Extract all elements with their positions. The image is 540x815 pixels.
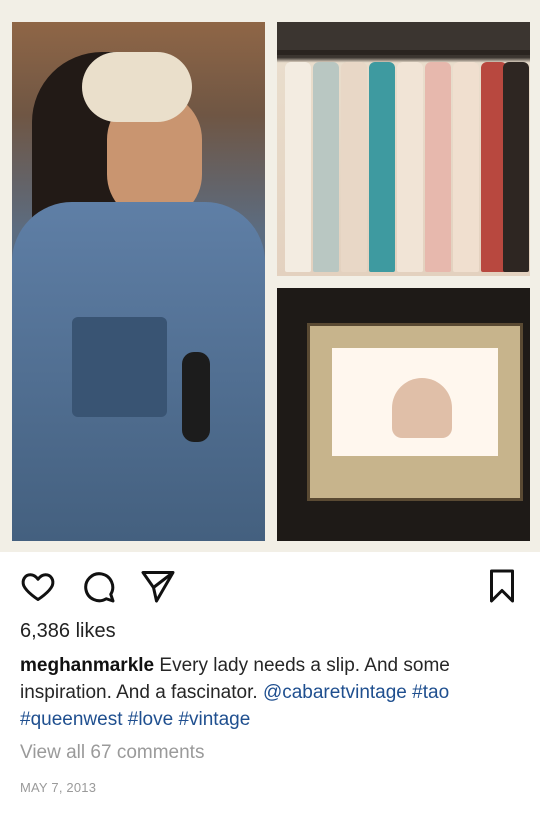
- garment: [285, 62, 311, 272]
- garment: [425, 62, 451, 272]
- fascinator-shape: [82, 52, 192, 122]
- heart-icon[interactable]: [20, 568, 56, 604]
- framed-picture-photo[interactable]: [277, 288, 530, 541]
- sunglasses-shape: [182, 352, 210, 442]
- caption-username[interactable]: meghanmarkle: [20, 655, 154, 676]
- garment: [453, 62, 479, 272]
- hanger-bar: [277, 50, 530, 55]
- post-caption: meghanmarkle Every lady needs a slip. An…: [20, 652, 525, 733]
- bookmark-icon[interactable]: [484, 568, 520, 604]
- post-actions-bar: [0, 560, 540, 614]
- hashtag[interactable]: #tao: [412, 682, 449, 703]
- send-icon[interactable]: [140, 568, 176, 604]
- caption-mention[interactable]: @cabaretvintage: [263, 682, 407, 703]
- portrait-photo[interactable]: [12, 22, 265, 541]
- garment: [503, 62, 529, 272]
- garment: [397, 62, 423, 272]
- shirt-pocket-shape: [72, 317, 167, 417]
- likes-count[interactable]: 6,386 likes: [20, 620, 116, 643]
- post-image-collage[interactable]: [0, 0, 540, 552]
- view-all-comments-link[interactable]: View all 67 comments: [20, 742, 204, 764]
- post-date: MAY 7, 2013: [20, 780, 97, 795]
- figure-shape: [392, 378, 452, 438]
- hashtag[interactable]: #queenwest: [20, 709, 122, 730]
- garment: [313, 62, 339, 272]
- framed-art: [332, 348, 498, 456]
- garment: [341, 62, 367, 272]
- garment: [369, 62, 395, 272]
- hashtag[interactable]: #vintage: [178, 709, 250, 730]
- comment-icon[interactable]: [80, 568, 116, 604]
- picture-mat: [307, 323, 523, 501]
- hashtag[interactable]: #love: [128, 709, 173, 730]
- clothing-rack-photo[interactable]: [277, 22, 530, 276]
